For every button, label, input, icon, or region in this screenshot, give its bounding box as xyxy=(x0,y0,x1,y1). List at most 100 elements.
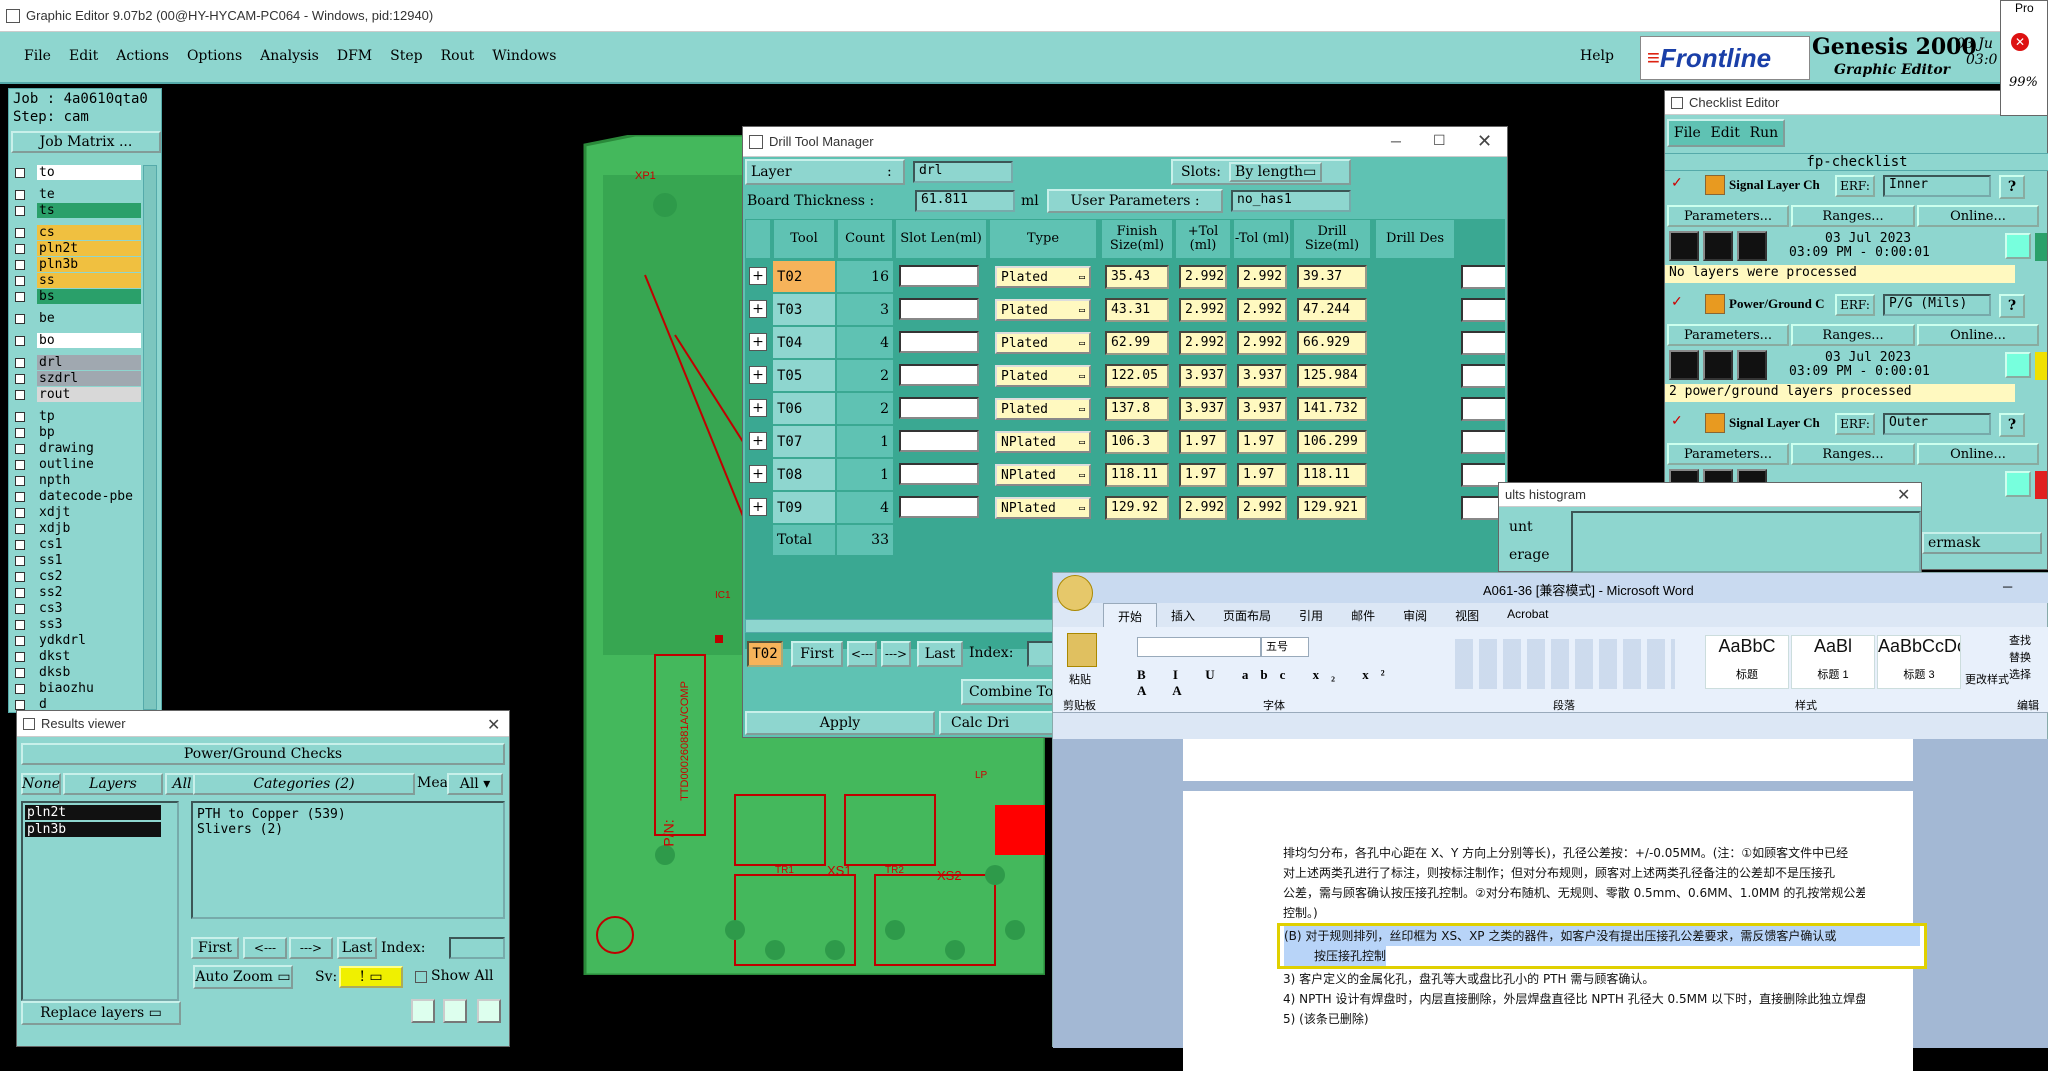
apply-button[interactable]: Apply xyxy=(745,711,935,735)
layer-checkbox[interactable] xyxy=(15,540,25,550)
menu-actions[interactable]: Actions xyxy=(116,48,169,64)
minus-tol-field[interactable]: 2.992 xyxy=(1237,265,1287,289)
layer-checkbox[interactable] xyxy=(15,168,25,178)
font-name-field[interactable] xyxy=(1137,637,1261,657)
word-tab[interactable]: 视图 xyxy=(1441,603,1493,627)
rv-tool-icon-3[interactable] xyxy=(477,999,501,1023)
layer-checkbox[interactable] xyxy=(15,668,25,678)
layer-checkbox[interactable] xyxy=(15,524,25,534)
drill-size-field[interactable]: 39.37 xyxy=(1297,265,1367,289)
rv-next-button[interactable]: ---> xyxy=(289,937,333,959)
type-dropdown[interactable]: NPlated ▭ xyxy=(995,431,1091,453)
run-icon[interactable] xyxy=(1669,231,1699,261)
paste-icon[interactable] xyxy=(1067,633,1097,667)
font-format-buttons[interactable]: B I U abc x₂ x² A A xyxy=(1137,667,1427,698)
slot-len-field[interactable] xyxy=(899,265,979,287)
finish-size-field[interactable]: 106.3 xyxy=(1105,430,1169,454)
style-item[interactable]: AaBl 标题 1 xyxy=(1791,635,1875,689)
slot-len-field[interactable] xyxy=(899,463,979,485)
help-button[interactable]: ? xyxy=(1999,175,2025,199)
drill-size-field[interactable]: 66.929 xyxy=(1297,331,1367,355)
paragraph-buttons[interactable] xyxy=(1455,639,1675,689)
layer-row[interactable]: pln3b xyxy=(13,257,141,273)
type-dropdown[interactable]: Plated ▭ xyxy=(995,398,1091,420)
erf-button[interactable]: ERF: xyxy=(1835,413,1875,435)
help-button[interactable]: ? xyxy=(1999,294,2025,318)
menu-options[interactable]: Options xyxy=(187,48,242,64)
rv-layers-button[interactable]: Layers xyxy=(63,773,163,795)
tool-cell[interactable]: T03 xyxy=(773,294,835,325)
layer-row[interactable]: bo xyxy=(13,333,141,349)
type-dropdown[interactable]: Plated ▭ xyxy=(995,299,1091,321)
change-style-label[interactable]: 更改样式 xyxy=(1965,671,2009,687)
checklist-menu-run[interactable]: Run xyxy=(1750,125,1779,141)
layer-checkbox[interactable] xyxy=(15,700,25,710)
layer-row[interactable]: ss1 xyxy=(13,553,141,569)
expand-button[interactable]: + xyxy=(749,399,767,417)
layer-checkbox[interactable] xyxy=(15,444,25,454)
rv-categories-button[interactable]: Categories (2) xyxy=(193,773,415,795)
progress-stop-icon[interactable]: ✕ xyxy=(2011,33,2029,51)
parameters-button[interactable]: Parameters... xyxy=(1667,443,1789,465)
drill-size-field[interactable]: 47.244 xyxy=(1297,298,1367,322)
type-dropdown[interactable]: NPlated ▭ xyxy=(995,464,1091,486)
help-menu[interactable]: Help xyxy=(1580,48,1614,64)
drill-des-field[interactable] xyxy=(1461,430,1505,454)
slot-len-field[interactable] xyxy=(899,430,979,452)
slot-len-field[interactable] xyxy=(899,298,979,320)
rv-replace-layers[interactable]: Replace layers ▭ xyxy=(21,1001,181,1025)
layer-checkbox[interactable] xyxy=(15,636,25,646)
layer-checkbox[interactable] xyxy=(15,492,25,502)
parameters-button[interactable]: Parameters... xyxy=(1667,205,1789,227)
layer-row[interactable]: ts xyxy=(13,203,141,219)
layer-row[interactable]: dkst xyxy=(13,649,141,665)
minus-tol-field[interactable]: 3.937 xyxy=(1237,397,1287,421)
type-dropdown[interactable]: Plated ▭ xyxy=(995,266,1091,288)
prev-button[interactable]: <--- xyxy=(847,641,877,667)
finish-size-field[interactable]: 137.8 xyxy=(1105,397,1169,421)
rv-index-field[interactable] xyxy=(449,937,505,959)
layer-checkbox[interactable] xyxy=(15,572,25,582)
dtm-maximize[interactable]: ☐ xyxy=(1433,132,1446,149)
style-gallery[interactable]: AaBbC 标题 AaBl 标题 1 AaBbCcDc 标题 3 xyxy=(1705,635,1965,689)
minus-tol-field[interactable]: 2.992 xyxy=(1237,496,1287,520)
menu-step[interactable]: Step xyxy=(390,48,422,64)
layer-checkbox[interactable] xyxy=(15,604,25,614)
layer-row[interactable]: be xyxy=(13,311,141,327)
erf-button[interactable]: ERF: xyxy=(1835,175,1875,197)
layer-row[interactable]: szdrl xyxy=(13,371,141,387)
minus-tol-field[interactable]: 2.992 xyxy=(1237,298,1287,322)
expand-button[interactable]: + xyxy=(749,366,767,384)
layer-checkbox[interactable] xyxy=(15,428,25,438)
layer-checkbox[interactable] xyxy=(15,374,25,384)
layer-row[interactable]: cs1 xyxy=(13,537,141,553)
plus-tol-field[interactable]: 1.97 xyxy=(1179,463,1227,487)
word-tab[interactable]: 页面布局 xyxy=(1209,603,1285,627)
layer-checkbox[interactable] xyxy=(15,588,25,598)
layer-checkbox[interactable] xyxy=(15,476,25,486)
tool-cell[interactable]: T04 xyxy=(773,327,835,358)
slot-len-field[interactable] xyxy=(899,331,979,353)
layer-checkbox[interactable] xyxy=(15,652,25,662)
layer-row[interactable]: pln2t xyxy=(13,241,141,257)
expand-button[interactable]: + xyxy=(749,267,767,285)
user-params-field[interactable]: no_has1 xyxy=(1231,190,1351,212)
minus-tol-field[interactable]: 2.992 xyxy=(1237,331,1287,355)
rv-auto-zoom[interactable]: Auto Zoom ▭ xyxy=(193,965,293,989)
replace-item[interactable]: 替换 xyxy=(2009,650,2048,667)
rv-tool-icon-2[interactable] xyxy=(443,999,467,1023)
drill-size-field[interactable]: 106.299 xyxy=(1297,430,1367,454)
tool-cell[interactable]: T09 xyxy=(773,492,835,523)
plus-tol-field[interactable]: 2.992 xyxy=(1179,331,1227,355)
drill-des-field[interactable] xyxy=(1461,331,1505,355)
layer-row[interactable]: xdjb xyxy=(13,521,141,537)
rv-none-button[interactable]: None xyxy=(21,773,61,795)
first-button[interactable]: First xyxy=(791,641,843,667)
layer-checkbox[interactable] xyxy=(15,260,25,270)
word-tab[interactable]: 开始 xyxy=(1103,603,1158,627)
edit-icon[interactable] xyxy=(1703,350,1733,380)
plus-tol-field[interactable]: 3.937 xyxy=(1179,364,1227,388)
minus-tol-field[interactable]: 1.97 xyxy=(1237,430,1287,454)
online-button[interactable]: Online... xyxy=(1917,205,2039,227)
last-button[interactable]: Last xyxy=(917,641,963,667)
